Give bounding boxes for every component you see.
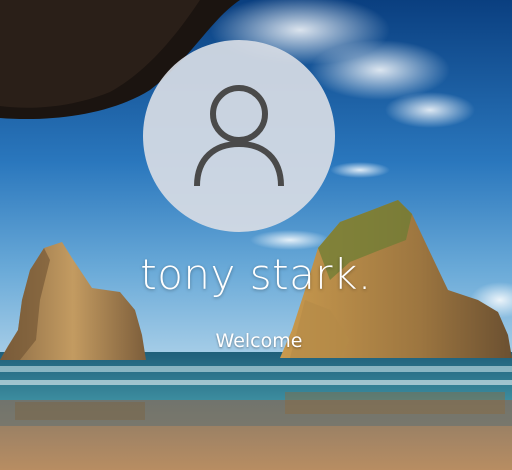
username-label: tony stark. <box>140 250 372 299</box>
welcome-status-text: Welcome <box>215 330 303 352</box>
user-icon <box>194 85 284 187</box>
user-avatar <box>143 40 335 232</box>
